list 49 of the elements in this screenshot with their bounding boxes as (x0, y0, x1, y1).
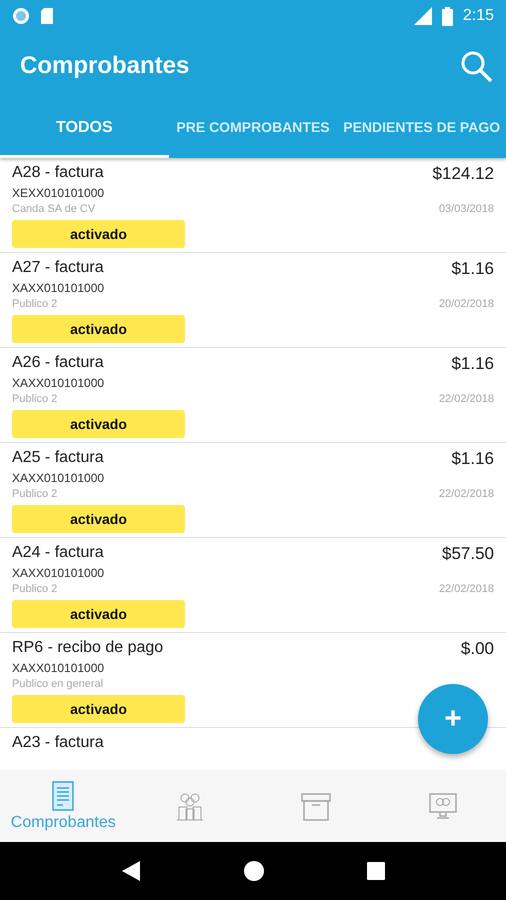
tab[interactable]: PENDIENTES DE PAGO (337, 100, 506, 158)
client-name: Publico 2 (12, 298, 58, 312)
status-badge: activado (12, 410, 185, 438)
item-title: A27 - factura (12, 259, 105, 278)
client-name: Canda SA de CV (12, 203, 96, 217)
signal-icon (412, 7, 432, 25)
back-icon[interactable] (121, 860, 141, 882)
item-title: A25 - factura (12, 449, 105, 468)
status-badge: activado (12, 505, 185, 533)
clock-time: 2:15 (462, 7, 494, 25)
item-amount: $1.16 (450, 354, 494, 375)
item-amount: $124.12 (432, 164, 494, 185)
item-amount: $.00 (460, 639, 494, 660)
item-title: RP6 - recibo de pago (12, 639, 164, 658)
add-button[interactable]: + (418, 684, 488, 754)
status-badge: activado (12, 315, 185, 343)
battery-icon (442, 6, 453, 26)
item-date: 22/02/2018 (438, 393, 494, 407)
item-date: 20/02/2018 (438, 298, 494, 312)
app-title: Comprobantes (20, 52, 190, 80)
item-date: 22/02/2018 (438, 583, 494, 597)
item-date: 03/03/2018 (438, 203, 494, 217)
item-amount: $1.16 (450, 449, 494, 470)
item-date: 22/02/2018 (438, 488, 494, 502)
home-icon[interactable] (243, 860, 265, 882)
tab[interactable]: TODOS (0, 100, 169, 158)
item-rfc: XAXX010101000 (12, 566, 106, 582)
sd-card-icon (40, 7, 54, 25)
client-name: Publico 2 (12, 488, 58, 502)
search-icon[interactable] (460, 50, 492, 82)
status-badge: activado (12, 695, 185, 723)
item-amount: $57.50 (441, 544, 494, 565)
item-rfc: XEXX010101000 (12, 186, 106, 202)
item-rfc: XAXX010101000 (12, 376, 106, 392)
item-rfc: XAXX010101000 (12, 281, 106, 297)
status-badge: activado (12, 600, 185, 628)
item-title: A23 - factura (12, 734, 105, 753)
item-title: A28 - factura (12, 164, 105, 183)
item-title: A26 - factura (12, 354, 105, 373)
item-rfc: XAXX010101000 (12, 471, 106, 487)
client-name: Publico 2 (12, 393, 58, 407)
tab[interactable]: PRE COMPROBANTES (168, 100, 338, 158)
client-name: Publico en general (12, 678, 104, 692)
item-title: A24 - factura (12, 544, 105, 563)
status-badge: activado (12, 220, 185, 248)
client-name: Publico 2 (12, 583, 58, 597)
item-rfc: XAXX010101000 (12, 661, 106, 677)
notification-icon (12, 7, 30, 25)
item-amount: $1.16 (450, 259, 494, 280)
